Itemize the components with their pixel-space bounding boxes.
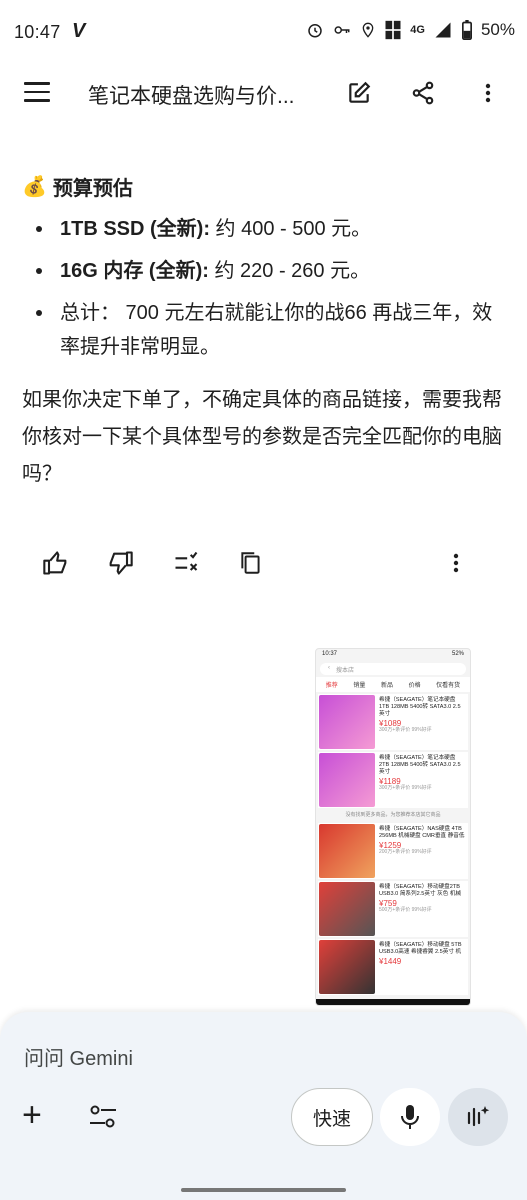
thumb-product-item: 希捷（SEAGATE）移动硬盘 5TB USB3.0高速 希捷睿翼 2.5英寸 … (318, 939, 468, 995)
status-icons: 4G 50% (306, 20, 515, 40)
product-meta: 500万+条评价 99%好评 (379, 907, 432, 913)
product-title: 希捷（SEAGATE）笔记本硬盘2TB 128MB 5400转 SATA3.0 … (379, 755, 461, 775)
thumb-search-placeholder: 搜本店 (336, 668, 355, 674)
signal-icon (435, 22, 451, 38)
thumb-nav-bar (316, 999, 470, 1005)
status-bar: 10:47 V 4G 50% (0, 0, 527, 66)
thumb-tab: 推荐 (325, 683, 338, 689)
notification-icon: V (72, 20, 86, 42)
product-image (319, 824, 375, 878)
list-item: 16G 内存 (全新): 约 220 - 260 元。 (22, 254, 502, 288)
product-price: ¥1189 (379, 777, 401, 786)
model-mode-button[interactable]: 快速 (291, 1088, 373, 1146)
thumb-tab: 新品 (380, 683, 393, 689)
section-heading: 💰 预算预估 (22, 172, 133, 201)
thumbs-up-icon[interactable] (42, 549, 70, 577)
product-image (319, 940, 375, 994)
battery-icon (461, 20, 472, 40)
money-bag-icon: 💰 (22, 176, 47, 198)
product-meta: 300万+条评价 99%好评 (379, 785, 432, 791)
thumb-product-item: 希捷（SEAGATE）NAS硬盘 4TB 256MB 机械硬盘 CMR垂直 静音… (318, 823, 468, 879)
product-price: ¥1449 (379, 957, 402, 966)
thumb-product-item: 希捷（SEAGATE）移动硬盘2TB USB3.0 简系列2.5英寸 灰色 机械… (318, 881, 468, 937)
prompt-input[interactable]: 问问 Gemini (24, 1042, 133, 1071)
product-price: ¥759 (379, 899, 397, 908)
product-title: 希捷（SEAGATE）移动硬盘 5TB USB3.0高速 希捷睿翼 2.5英寸 … (379, 942, 462, 955)
list-item: 总计： 700 元左右就能让你的战66 再战三年，效率提升非常明显。 (22, 296, 502, 364)
thumb-note: 没有找到更多商品，为您推荐本店其它商品 (316, 808, 470, 821)
thumb-product-item: 希捷（SEAGATE）笔记本硬盘2TB 128MB 5400转 SATA3.0 … (318, 752, 468, 808)
hd-icon (385, 20, 401, 40)
conversation-title[interactable]: 笔记本硬盘选购与价... (88, 80, 295, 110)
product-title: 希捷（SEAGATE）笔记本硬盘1TB 128MB 5400转 SATA3.0 … (379, 697, 461, 717)
menu-icon[interactable] (24, 82, 50, 102)
battery-level: 50% (480, 20, 515, 39)
response-paragraph: 如果你决定下单了，不确定具体的商品链接，需要我帮你核对一下某个具体型号的参数是否… (22, 389, 502, 485)
product-price: ¥1089 (379, 719, 402, 728)
thumb-product-item: 希捷（SEAGATE）笔记本硬盘1TB 128MB 5400转 SATA3.0 … (318, 694, 468, 750)
tools-icon[interactable] (88, 1104, 118, 1130)
list-item: 1TB SSD (全新): 约 400 - 500 元。 (22, 212, 502, 246)
attached-screenshot[interactable]: 10:37 52% ‹ 搜本店 推荐 销量 新品 价格 仅看有货 希捷（SEAG… (315, 648, 471, 1006)
response-actions (0, 545, 527, 585)
thumbs-down-icon[interactable] (106, 549, 134, 577)
more-vert-icon[interactable] (478, 80, 498, 106)
network-label: 4G (410, 24, 425, 36)
product-meta: 300万+条评价 99%好评 (379, 727, 432, 733)
thumb-tab: 销量 (353, 683, 366, 689)
prompt-composer: 问问 Gemini + 快速 (0, 1012, 527, 1200)
product-image (319, 695, 375, 749)
copy-icon[interactable] (238, 549, 264, 577)
thumb-battery: 52% (451, 651, 464, 657)
thumb-status-bar: 10:37 52% (316, 649, 470, 661)
microphone-icon (401, 1105, 419, 1129)
live-button[interactable] (448, 1088, 508, 1146)
microphone-button[interactable] (380, 1088, 440, 1146)
modify-response-icon[interactable] (172, 549, 200, 577)
share-icon[interactable] (410, 80, 436, 106)
live-sparkle-icon (467, 1106, 490, 1127)
more-options-icon[interactable] (446, 549, 466, 577)
product-title: 希捷（SEAGATE）NAS硬盘 4TB 256MB 机械硬盘 CMR垂直 静音… (379, 826, 465, 839)
thumb-tab: 仅看有货 (436, 683, 461, 689)
bullet-text: 总计： 700 元左右就能让你的战66 再战三年，效率提升非常明显。 (60, 302, 493, 358)
key-icon (334, 26, 350, 34)
location-icon (362, 22, 374, 38)
status-time: 10:47 (14, 22, 61, 42)
add-attachment-icon[interactable]: + (22, 1098, 42, 1132)
thumb-tabs: 推荐 销量 新品 价格 仅看有货 (316, 677, 470, 692)
bullet-text: 约 220 - 260 元。 (208, 260, 371, 282)
edit-icon[interactable] (346, 80, 372, 106)
thumb-tab: 价格 (408, 683, 421, 689)
bullet-bold: 1TB SSD (全新): (60, 218, 210, 240)
alarm-icon (308, 24, 323, 38)
product-image (319, 753, 375, 807)
product-title: 希捷（SEAGATE）移动硬盘2TB USB3.0 简系列2.5英寸 灰色 机械 (379, 884, 462, 897)
thumb-search-bar: ‹ 搜本店 (320, 663, 466, 675)
thumb-time: 10:37 (322, 651, 338, 657)
bullet-bold: 16G 内存 (全新): (60, 260, 209, 282)
product-image (319, 882, 375, 936)
bullet-list: 1TB SSD (全新): 约 400 - 500 元。 16G 内存 (全新)… (22, 212, 502, 372)
section-title-text: 预算预估 (52, 178, 133, 200)
bullet-text: 约 400 - 500 元。 (210, 218, 372, 240)
gesture-handle (181, 1188, 346, 1192)
thumb-back-icon: ‹ (328, 665, 330, 671)
product-meta: 200万+条评价 99%好评 (379, 849, 432, 855)
top-app-bar: 笔记本硬盘选购与价... (0, 66, 527, 122)
product-price: ¥1259 (379, 841, 402, 850)
